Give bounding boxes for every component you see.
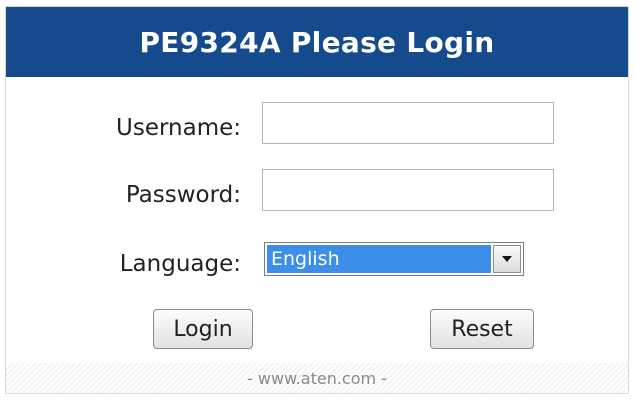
page-title: PE9324A Please Login	[6, 7, 628, 77]
chevron-down-icon	[502, 256, 512, 262]
language-select[interactable]: English	[264, 242, 524, 276]
login-button[interactable]: Login	[153, 309, 253, 349]
footer: - www.aten.com -	[6, 363, 628, 393]
password-label: Password:	[125, 182, 241, 208]
reset-button[interactable]: Reset	[430, 309, 534, 349]
language-label: Language:	[119, 251, 241, 277]
username-label: Username:	[116, 115, 241, 141]
login-panel: PE9324A Please Login Username: Password:…	[5, 6, 629, 394]
language-selected-value: English	[267, 245, 491, 273]
footer-link-text: - www.aten.com -	[247, 368, 387, 388]
username-input[interactable]	[262, 102, 554, 144]
language-dropdown-button[interactable]	[493, 245, 521, 273]
password-input[interactable]	[262, 169, 554, 211]
